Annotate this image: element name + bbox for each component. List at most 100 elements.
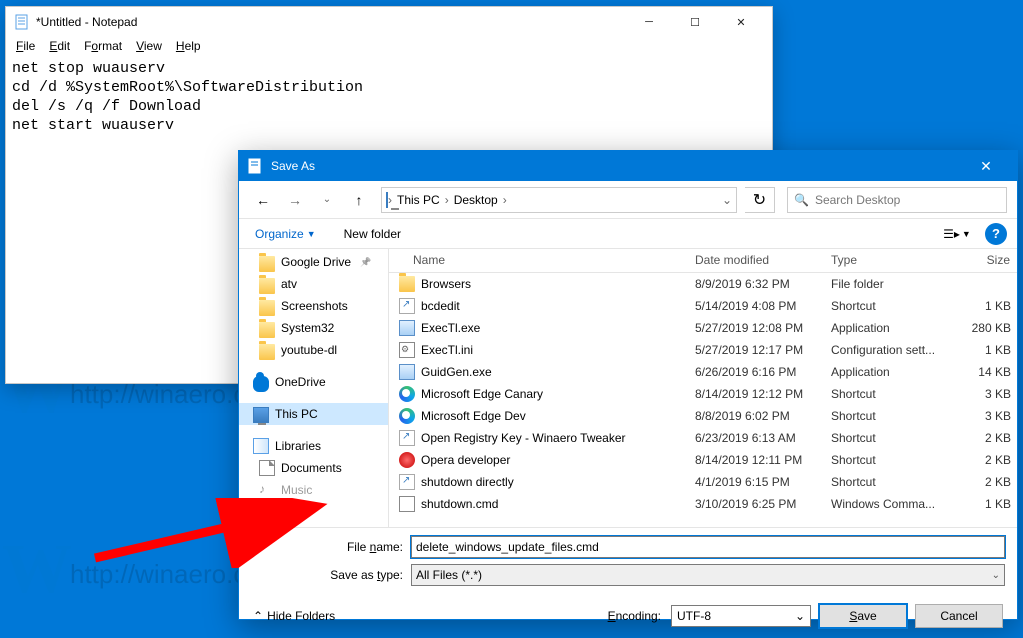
- refresh-button[interactable]: ↻: [745, 187, 775, 213]
- file-date: 8/8/2019 6:02 PM: [695, 409, 831, 423]
- tree-system32[interactable]: System32: [239, 317, 388, 339]
- notepad-menubar: File Edit Format View Help: [6, 37, 772, 57]
- tree-thispc[interactable]: This PC: [239, 403, 388, 425]
- file-size: 280 KB: [957, 321, 1017, 335]
- file-size: 1 KB: [957, 299, 1017, 313]
- file-row[interactable]: Microsoft Edge Canary8/14/2019 12:12 PMS…: [389, 383, 1017, 405]
- filename-input[interactable]: [411, 536, 1005, 558]
- file-row[interactable]: ExecTl.exe5/27/2019 12:08 PMApplication2…: [389, 317, 1017, 339]
- search-icon: 🔍: [794, 193, 809, 207]
- chevron-down-icon: ⌄: [992, 570, 1000, 581]
- help-button[interactable]: ?: [985, 223, 1007, 245]
- tree-music[interactable]: ♪Music: [239, 479, 388, 501]
- col-name[interactable]: Name: [389, 249, 689, 272]
- file-name: GuidGen.exe: [421, 365, 695, 379]
- lnk-icon: [399, 430, 415, 446]
- organize-menu[interactable]: Organize▼: [249, 223, 322, 245]
- file-row[interactable]: shutdown.cmd3/10/2019 6:25 PMWindows Com…: [389, 493, 1017, 515]
- notepad-textarea[interactable]: net stop wuauserv cd /d %SystemRoot%\Sof…: [6, 57, 772, 137]
- breadcrumb-thispc[interactable]: This PC: [392, 191, 445, 209]
- menu-help[interactable]: Help: [170, 37, 207, 57]
- edge-icon: [399, 408, 415, 424]
- tree-screenshots[interactable]: Screenshots: [239, 295, 388, 317]
- file-row[interactable]: bcdedit5/14/2019 4:08 PMShortcut1 KB: [389, 295, 1017, 317]
- minimize-button[interactable]: ─: [626, 8, 672, 36]
- file-date: 8/14/2019 12:12 PM: [695, 387, 831, 401]
- search-placeholder: Search Desktop: [815, 193, 900, 207]
- tree-libraries[interactable]: Libraries: [239, 435, 388, 457]
- libraries-icon: [253, 438, 269, 454]
- file-date: 5/27/2019 12:17 PM: [695, 343, 831, 357]
- file-date: 5/27/2019 12:08 PM: [695, 321, 831, 335]
- col-date[interactable]: Date modified: [689, 249, 825, 272]
- file-type: Shortcut: [831, 453, 957, 467]
- file-type: Windows Comma...: [831, 497, 957, 511]
- saveastype-combo[interactable]: All Files (*.*)⌄: [411, 564, 1005, 586]
- up-button[interactable]: ↑: [345, 187, 373, 213]
- newfolder-button[interactable]: New folder: [338, 223, 407, 245]
- file-size: 2 KB: [957, 475, 1017, 489]
- file-size: 14 KB: [957, 365, 1017, 379]
- file-row[interactable]: Open Registry Key - Winaero Tweaker6/23/…: [389, 427, 1017, 449]
- tree-onedrive[interactable]: OneDrive: [239, 371, 388, 393]
- save-button[interactable]: Save: [819, 604, 907, 628]
- address-bar[interactable]: › This PC › Desktop › ⌄: [381, 187, 737, 213]
- col-size[interactable]: Size: [951, 249, 1017, 272]
- search-input[interactable]: 🔍 Search Desktop: [787, 187, 1007, 213]
- forward-button[interactable]: →: [281, 187, 309, 213]
- view-button[interactable]: ☰▸▼: [937, 222, 977, 246]
- music-icon: ♪: [259, 482, 275, 498]
- back-button[interactable]: ←: [249, 187, 277, 213]
- file-type: Application: [831, 321, 957, 335]
- lnk-icon: [399, 474, 415, 490]
- encoding-combo[interactable]: UTF-8⌄: [671, 605, 811, 627]
- file-name: Opera developer: [421, 453, 695, 467]
- document-icon: [259, 460, 275, 476]
- hidefolders-toggle[interactable]: ⌃Hide Folders: [253, 609, 335, 623]
- onedrive-icon: [253, 376, 269, 392]
- saveas-dialog: Save As ✕ ← → ⌄ ↑ › This PC › Desktop › …: [238, 150, 1018, 620]
- file-date: 8/14/2019 12:11 PM: [695, 453, 831, 467]
- file-name: shutdown.cmd: [421, 497, 695, 511]
- file-row[interactable]: Opera developer8/14/2019 12:11 PMShortcu…: [389, 449, 1017, 471]
- menu-edit[interactable]: Edit: [43, 37, 76, 57]
- saveas-titlebar[interactable]: Save As ✕: [239, 151, 1017, 181]
- file-name: Microsoft Edge Dev: [421, 409, 695, 423]
- menu-view[interactable]: View: [130, 37, 168, 57]
- maximize-button[interactable]: ☐: [672, 8, 718, 36]
- file-type: Shortcut: [831, 475, 957, 489]
- notepad-title: *Untitled - Notepad: [36, 15, 626, 29]
- file-row[interactable]: ExecTl.ini5/27/2019 12:17 PMConfiguratio…: [389, 339, 1017, 361]
- notepad-icon: [247, 158, 263, 174]
- file-name: Microsoft Edge Canary: [421, 387, 695, 401]
- file-name: bcdedit: [421, 299, 695, 313]
- notepad-titlebar[interactable]: *Untitled - Notepad ─ ☐ ✕: [6, 7, 772, 37]
- recent-dropdown[interactable]: ⌄: [313, 187, 341, 213]
- hand-icon: [399, 496, 415, 512]
- breadcrumb-desktop[interactable]: Desktop: [449, 191, 503, 209]
- col-type[interactable]: Type: [825, 249, 951, 272]
- notepad-icon: [14, 14, 30, 30]
- file-row[interactable]: Microsoft Edge Dev8/8/2019 6:02 PMShortc…: [389, 405, 1017, 427]
- file-date: 6/26/2019 6:16 PM: [695, 365, 831, 379]
- exe-icon: [399, 364, 415, 380]
- menu-file[interactable]: File: [10, 37, 41, 57]
- nav-tree: Google Drive atv Screenshots System32 yo…: [239, 249, 389, 527]
- tree-atv[interactable]: atv: [239, 273, 388, 295]
- file-row[interactable]: GuidGen.exe6/26/2019 6:16 PMApplication1…: [389, 361, 1017, 383]
- file-row[interactable]: shutdown directly4/1/2019 6:15 PMShortcu…: [389, 471, 1017, 493]
- close-button[interactable]: ✕: [718, 8, 764, 36]
- folder-icon: [259, 344, 275, 360]
- encoding-label: Encoding:: [608, 609, 661, 623]
- menu-format[interactable]: Format: [78, 37, 128, 57]
- file-type: Shortcut: [831, 431, 957, 445]
- tree-documents[interactable]: Documents: [239, 457, 388, 479]
- tree-youtubedl[interactable]: youtube-dl: [239, 339, 388, 361]
- tree-google-drive[interactable]: Google Drive: [239, 251, 388, 273]
- file-row[interactable]: Browsers8/9/2019 6:32 PMFile folder: [389, 273, 1017, 295]
- cancel-button[interactable]: Cancel: [915, 604, 1003, 628]
- folder-icon: [259, 278, 275, 294]
- address-dropdown-icon[interactable]: ⌄: [722, 193, 732, 207]
- close-button[interactable]: ✕: [963, 151, 1009, 181]
- file-name: ExecTl.ini: [421, 343, 695, 357]
